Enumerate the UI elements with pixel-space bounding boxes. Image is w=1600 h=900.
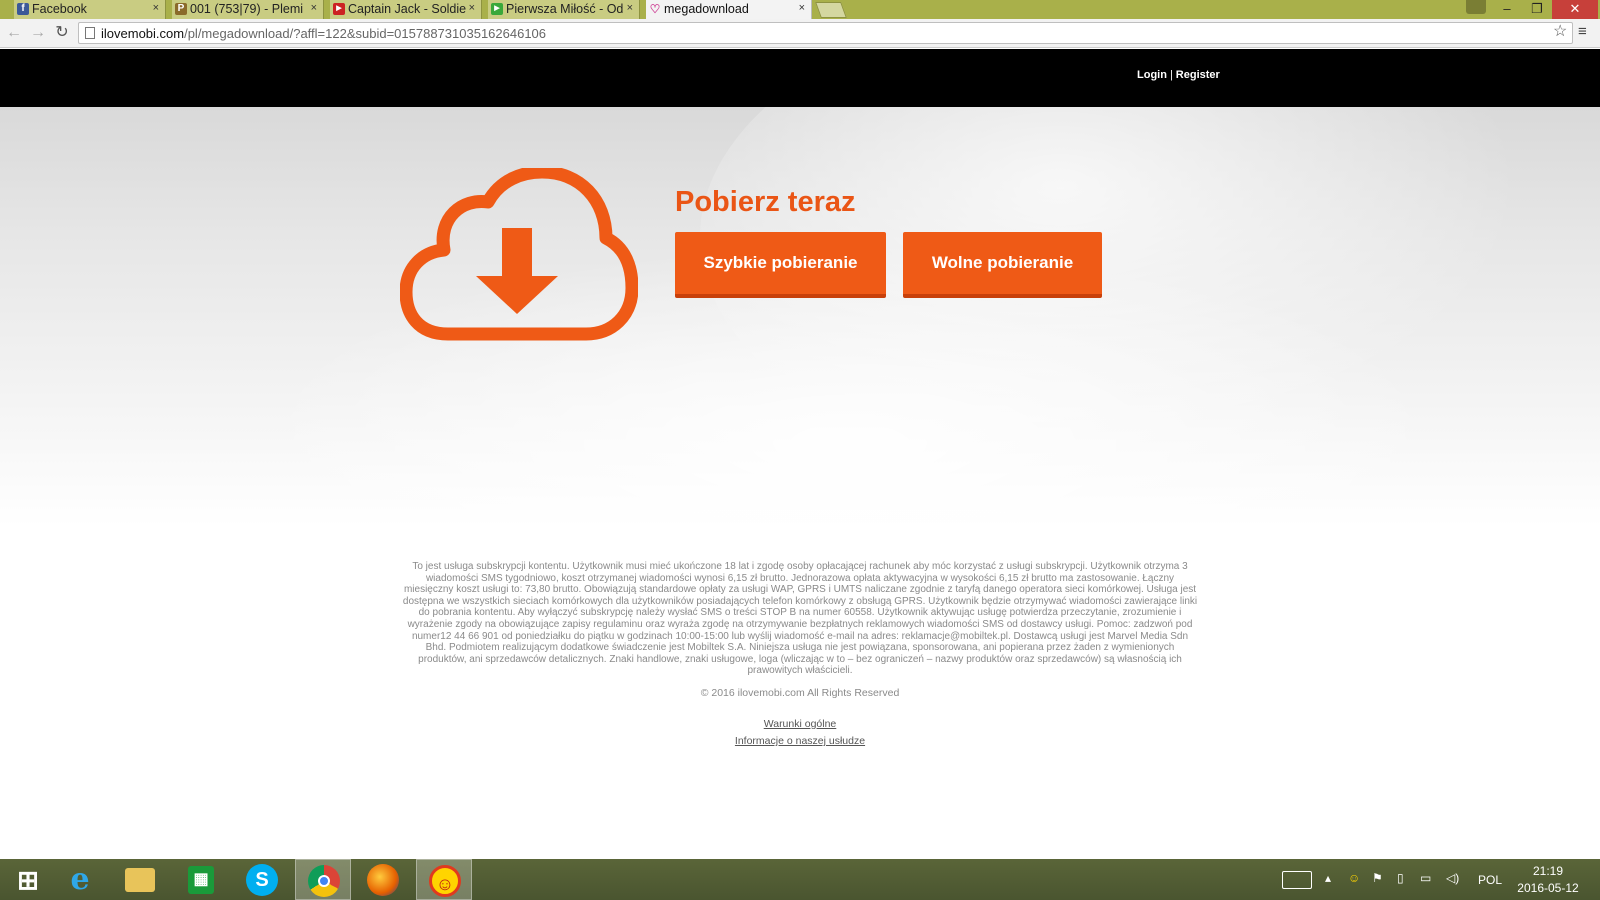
slow-download-button[interactable]: Wolne pobieranie bbox=[903, 232, 1102, 298]
tab-close-icon[interactable]: × bbox=[153, 2, 159, 14]
tab-close-icon[interactable]: × bbox=[311, 2, 317, 14]
service-info-link[interactable]: Informacje o naszej usłudze bbox=[0, 735, 1600, 747]
tab-close-icon[interactable]: × bbox=[799, 2, 805, 14]
tab-plemiona[interactable]: P 001 (753|79) - Plemi × bbox=[172, 0, 324, 19]
firefox-icon bbox=[367, 864, 399, 896]
tab-title: Facebook bbox=[32, 2, 87, 16]
tab-facebook[interactable]: f Facebook × bbox=[14, 0, 166, 19]
hero-section bbox=[0, 107, 1600, 527]
heart-icon: ♡ bbox=[649, 2, 661, 16]
language-indicator[interactable]: POL bbox=[1478, 873, 1502, 889]
site-header: Login | Register bbox=[0, 49, 1600, 107]
tab-title: Captain Jack - Soldie bbox=[348, 2, 467, 16]
fast-download-button[interactable]: Szybkie pobieranie bbox=[675, 232, 886, 298]
address-bar[interactable]: ilovemobi.com/pl/megadownload/?affl=122&… bbox=[78, 22, 1573, 44]
sun-app-icon: ☺ bbox=[429, 865, 461, 897]
battery-icon[interactable]: ▯ bbox=[1397, 871, 1404, 887]
copyright-text: © 2016 ilovemobi.com All Rights Reserved bbox=[700, 687, 900, 699]
page-icon bbox=[85, 27, 95, 39]
tab-close-icon[interactable]: × bbox=[627, 2, 633, 14]
cloud-download-icon bbox=[400, 168, 638, 341]
reload-icon[interactable]: ↻ bbox=[53, 23, 71, 43]
terms-link[interactable]: Warunki ogólne bbox=[0, 718, 1600, 730]
facebook-icon: f bbox=[17, 3, 29, 15]
close-window-icon[interactable]: ✕ bbox=[1552, 0, 1598, 19]
volume-icon[interactable]: ◁) bbox=[1446, 871, 1459, 887]
start-button[interactable]: ⊞ bbox=[0, 859, 56, 900]
auth-separator: | bbox=[1169, 69, 1173, 81]
chrome-icon bbox=[308, 865, 340, 897]
url-text: ilovemobi.com/pl/megadownload/?affl=122&… bbox=[101, 26, 546, 41]
browser-toolbar: ← → ↻ ilovemobi.com/pl/megadownload/?aff… bbox=[0, 19, 1600, 48]
tab-megadownload[interactable]: ♡ megadownload × bbox=[646, 0, 812, 20]
taskbar-skype[interactable]: S bbox=[234, 859, 290, 900]
system-clock[interactable]: 21:19 2016-05-12 bbox=[1510, 863, 1586, 897]
profile-icon[interactable] bbox=[1466, 0, 1486, 14]
menu-icon[interactable]: ≡ bbox=[1578, 23, 1587, 40]
show-hidden-icons-icon[interactable]: ▴ bbox=[1325, 871, 1331, 887]
clock-date: 2016-05-12 bbox=[1517, 881, 1579, 895]
play-icon: ▶ bbox=[491, 3, 503, 15]
plemiona-icon: P bbox=[175, 3, 187, 15]
youtube-icon: ▶ bbox=[333, 3, 345, 15]
minimize-icon[interactable]: – bbox=[1492, 0, 1522, 19]
skype-icon: S bbox=[246, 864, 278, 896]
windows-taskbar: ⊞ e ▦ S ☺ ▴ ☺ ⚑ ▯ ▭ ◁) POL 21:19 2016-05… bbox=[0, 859, 1600, 900]
store-icon: ▦ bbox=[188, 866, 214, 894]
page-title: Pobierz teraz bbox=[675, 186, 856, 218]
action-center-icon[interactable]: ⚑ bbox=[1372, 871, 1383, 887]
tray-sun-icon[interactable]: ☺ bbox=[1348, 871, 1360, 887]
url-host: ilovemobi.com bbox=[101, 26, 185, 41]
taskbar-firefox[interactable] bbox=[355, 859, 411, 900]
back-icon[interactable]: ← bbox=[5, 23, 23, 43]
subscription-disclaimer: To jest usługa subskrypcji kontentu. Uży… bbox=[402, 561, 1198, 677]
browser-titlebar: f Facebook × P 001 (753|79) - Plemi × ▶ … bbox=[0, 0, 1600, 20]
taskbar-store[interactable]: ▦ bbox=[173, 859, 229, 900]
taskbar-sun-app[interactable]: ☺ bbox=[416, 859, 472, 900]
taskbar-file-explorer[interactable] bbox=[113, 859, 169, 900]
register-link[interactable]: Register bbox=[1176, 69, 1220, 81]
auth-links: Login | Register bbox=[1137, 69, 1220, 81]
tab-title: Pierwsza Miłość - Od bbox=[506, 2, 624, 16]
new-tab-button[interactable] bbox=[815, 2, 847, 18]
tab-title: 001 (753|79) - Plemi bbox=[190, 2, 304, 16]
clock-time: 21:19 bbox=[1532, 864, 1564, 878]
forward-icon[interactable]: → bbox=[29, 23, 47, 43]
bookmark-star-icon[interactable]: ☆ bbox=[1553, 21, 1567, 41]
file-explorer-icon bbox=[125, 868, 155, 892]
tab-title: megadownload bbox=[664, 2, 749, 16]
network-icon[interactable]: ▭ bbox=[1420, 871, 1431, 887]
tab-captain-jack[interactable]: ▶ Captain Jack - Soldie × bbox=[330, 0, 482, 19]
keyboard-icon[interactable] bbox=[1282, 859, 1314, 900]
maximize-icon[interactable]: ❐ bbox=[1522, 0, 1552, 19]
taskbar-chrome[interactable] bbox=[295, 859, 351, 900]
taskbar-internet-explorer[interactable]: e bbox=[52, 859, 108, 900]
internet-explorer-icon: e bbox=[70, 862, 90, 897]
url-path: /pl/megadownload/?affl=122&subid=0157887… bbox=[184, 26, 547, 41]
login-link[interactable]: Login bbox=[1137, 69, 1167, 81]
tab-close-icon[interactable]: × bbox=[469, 2, 475, 14]
start-icon: ⊞ bbox=[17, 865, 39, 895]
tab-pierwsza-milosc[interactable]: ▶ Pierwsza Miłość - Od × bbox=[488, 0, 640, 19]
